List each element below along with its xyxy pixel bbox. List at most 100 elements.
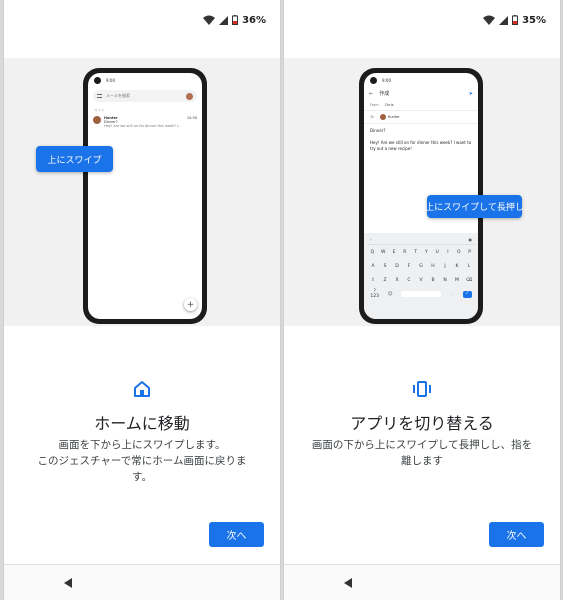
page-title: アプリを切り替える: [350, 414, 494, 433]
chevron-icon: ›: [370, 237, 372, 242]
avatar: [186, 92, 193, 100]
key-x: X: [395, 277, 399, 283]
key-v: V: [419, 277, 423, 283]
camera-icon: [94, 76, 101, 84]
compose-subject: Dinner?: [370, 128, 386, 133]
key-b: B: [431, 277, 435, 283]
back-icon[interactable]: [342, 577, 354, 589]
back-icon[interactable]: [62, 577, 74, 589]
sender-avatar: [93, 116, 101, 124]
recipient-avatar: [379, 114, 386, 120]
page-description: 画面を下から上にスワイプします。 このジェスチャーで常にホーム画面に戻ります。: [28, 437, 256, 485]
status-bar: 35%: [284, 0, 560, 40]
next-button[interactable]: 次へ: [489, 522, 544, 547]
key-p: P: [468, 249, 471, 255]
key-j: J: [444, 263, 446, 269]
compose-title: 作成: [379, 91, 390, 97]
from-value: Chris: [384, 103, 394, 107]
camera-icon: [370, 76, 377, 84]
key-l: L: [467, 263, 471, 269]
compose-text: Hey! Are we still on for dinner this wee…: [370, 140, 472, 151]
backspace-key: ⌫: [465, 277, 473, 283]
key-q: Q: [370, 249, 375, 255]
setup-screen-home: 36% 9:00 メールを検索 メイン Hunter 10:30 Dinner?…: [3, 0, 281, 600]
compose-toolbar: ← 作成 ➤: [364, 87, 478, 100]
key-t: T: [414, 249, 417, 255]
key-d: D: [395, 263, 399, 269]
swipe-hold-tooltip: 上にスワイプして長押し: [425, 195, 524, 218]
phone-status-bar: 9:00: [364, 73, 478, 87]
compose-body: Dinner? Hey! Are we still on for dinner …: [364, 124, 478, 156]
next-button[interactable]: 次へ: [209, 522, 264, 547]
key-f: F: [407, 263, 411, 269]
mail-snippet: Hey! Are we still on for dinner this wee…: [104, 124, 182, 128]
gesture-illustration: 9:00 ← 作成 ➤ From Chris To Hunter Dinner?…: [284, 58, 560, 326]
mail-search-bar: メールを検索: [93, 90, 197, 102]
key-u: U: [435, 249, 439, 255]
navigation-bar: [284, 564, 560, 600]
key-z: Z: [383, 277, 387, 283]
page-description: 画面の下から上にスワイプして長押しし、指を離します: [308, 437, 536, 469]
phone-time: 9:00: [106, 77, 115, 83]
key-m: M: [455, 277, 459, 283]
gesture-illustration: 9:00 メールを検索 メイン Hunter 10:30 Dinner? Hey…: [4, 58, 280, 326]
key-w: W: [380, 249, 386, 255]
phone-time: 9:00: [382, 77, 391, 83]
wifi-icon: [203, 15, 216, 25]
mode-key: ?123: [370, 289, 379, 299]
shift-key: ⇧: [371, 277, 375, 283]
battery-icon: [512, 15, 519, 25]
battery-percent: 35%: [522, 14, 546, 26]
wifi-icon: [483, 15, 496, 25]
status-bar: 36%: [4, 0, 280, 40]
send-icon: ➤: [468, 90, 473, 97]
from-field: From Chris: [364, 100, 478, 111]
to-value: Hunter: [387, 115, 400, 119]
signal-icon: [219, 15, 229, 25]
key-c: C: [407, 277, 411, 283]
key-a: A: [371, 263, 375, 269]
description-text: 画面を下から上にスワイプします。 このジェスチャーで常にホーム画面に戻ります。: [37, 439, 247, 483]
back-arrow-icon: ←: [369, 90, 374, 97]
setup-screen-switch-apps: 35% 9:00 ← 作成 ➤ From Chris To Hunter Din…: [283, 0, 561, 600]
mail-time: 10:30: [186, 116, 197, 120]
keyboard-row: QWE R T Y U I O P: [367, 245, 475, 259]
key-o: O: [456, 249, 461, 255]
key-r: R: [403, 249, 407, 255]
home-icon: [134, 381, 150, 397]
enter-key: ✓: [462, 290, 472, 298]
mail-search-placeholder: メールを検索: [106, 93, 130, 98]
keyboard-suggestions: › ●: [367, 235, 475, 245]
emoji-key: ☺: [387, 291, 393, 297]
keyboard-row: ?123 ☺ . ✓: [367, 287, 475, 301]
keyboard: › ● QWERTYUIOP ASDFGHJKL ⇧ Z X C V B N M ⌫ ?123 ☺…: [364, 233, 478, 319]
keyboard-row: ASDFGHJKL: [367, 259, 475, 273]
to-field: To Hunter: [364, 111, 478, 124]
mail-list-item: Hunter 10:30 Dinner? Hey! Are we still o…: [88, 114, 202, 130]
menu-icon: [97, 94, 102, 98]
keyboard-row: ⇧ Z X C V B N M ⌫: [367, 273, 475, 287]
battery-icon: [232, 15, 239, 25]
mic-icon: ●: [468, 237, 473, 242]
key-s: S: [383, 263, 387, 269]
key-h: H: [431, 263, 435, 269]
page-title: ホームに移動: [94, 414, 190, 433]
space-key: [400, 291, 441, 297]
key-n: N: [443, 277, 447, 283]
key-g: G: [419, 263, 423, 269]
phone-mockup: 9:00 メールを検索 メイン Hunter 10:30 Dinner? Hey…: [83, 68, 207, 324]
key-e: E: [392, 249, 396, 255]
to-label: To: [370, 115, 374, 119]
signal-icon: [499, 15, 509, 25]
app-switch-icon: [413, 381, 431, 397]
description-text: 画面の下から上にスワイプして長押しし、指を離します: [311, 439, 533, 467]
key-i: I: [447, 249, 449, 255]
phone-status-bar: 9:00: [88, 73, 202, 87]
compose-fab-icon: +: [184, 298, 197, 311]
battery-percent: 36%: [242, 14, 266, 26]
from-label: From: [370, 103, 379, 107]
key-k: K: [455, 263, 459, 269]
swipe-up-tooltip: 上にスワイプ: [36, 146, 113, 172]
key-y: Y: [425, 249, 428, 255]
period-key: .: [451, 291, 453, 297]
